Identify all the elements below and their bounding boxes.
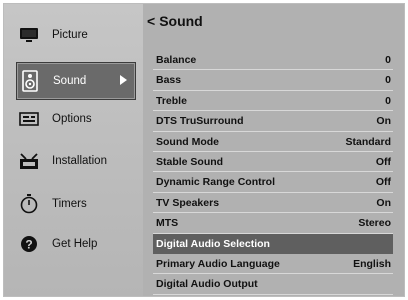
page-title: < Sound: [147, 13, 203, 29]
setting-row-mts[interactable]: MTS Stereo: [153, 213, 393, 234]
setting-value: Standard: [345, 135, 391, 148]
setting-row-primary-audio-language[interactable]: Primary Audio Language English: [153, 254, 393, 275]
stopwatch-icon: [16, 194, 42, 214]
setting-label: Bass: [156, 74, 182, 87]
setting-label: DTS TruSurround: [156, 115, 244, 128]
setting-label: TV Speakers: [156, 196, 220, 209]
setting-value: 0: [385, 94, 391, 107]
setting-value: On: [376, 115, 391, 128]
back-icon[interactable]: <: [147, 13, 155, 29]
settings-list: Balance 0 Bass 0 Treble 0 DTS TruSurroun…: [153, 50, 393, 295]
setting-row-digital-audio-output[interactable]: Digital Audio Output: [153, 274, 393, 295]
setting-value: 0: [385, 54, 391, 66]
setting-label: Treble: [156, 94, 187, 107]
setting-value: Off: [375, 176, 391, 189]
sidebar-item-label: Options: [52, 113, 92, 125]
sidebar-item-label: Sound: [53, 75, 87, 87]
setting-label: Primary Audio Language: [156, 257, 280, 270]
main-panel: < Sound Balance 0 Bass 0 Treble 0 DTS Tr…: [143, 4, 404, 296]
sidebar-item-label: Picture: [52, 29, 88, 41]
setting-row-treble[interactable]: Treble 0: [153, 91, 393, 112]
help-icon: ?: [16, 235, 42, 253]
setting-value: English: [353, 257, 391, 270]
setting-value: 0: [385, 74, 391, 87]
sidebar-item-picture[interactable]: Picture: [16, 18, 136, 52]
setting-row-dynamic-range-control[interactable]: Dynamic Range Control Off: [153, 172, 393, 193]
setting-label: Dynamic Range Control: [156, 176, 276, 189]
options-icon: [16, 112, 42, 126]
tv-menu: Picture Sound Options Installation Timer…: [3, 3, 405, 297]
setting-row-sound-mode[interactable]: Sound Mode Standard: [153, 132, 393, 152]
setting-value: Off: [375, 155, 391, 168]
sidebar-item-installation[interactable]: Installation: [16, 144, 136, 178]
page-title-text: Sound: [159, 13, 203, 29]
sidebar-item-options[interactable]: Options: [16, 102, 136, 136]
speaker-icon: [17, 70, 43, 92]
setting-row-dts-trusurround[interactable]: DTS TruSurround On: [153, 111, 393, 132]
setting-label: Sound Mode: [156, 135, 219, 148]
sidebar-item-label: Get Help: [52, 238, 98, 250]
chevron-right-icon: [120, 75, 127, 85]
setting-row-stable-sound[interactable]: Stable Sound Off: [153, 152, 393, 173]
setting-value: On: [376, 196, 391, 209]
sidebar-item-get-help[interactable]: ? Get Help: [16, 227, 136, 261]
setting-row-bass[interactable]: Bass 0: [153, 70, 393, 91]
antenna-icon: [16, 152, 42, 170]
setting-row-digital-audio-selection[interactable]: Digital Audio Selection: [153, 233, 393, 254]
setting-row-balance[interactable]: Balance 0: [153, 50, 393, 71]
sidebar-item-label: Timers: [52, 198, 87, 210]
svg-text:?: ?: [25, 238, 32, 252]
setting-label: Digital Audio Output: [156, 278, 258, 291]
sidebar-item-label: Installation: [52, 155, 107, 167]
setting-label: Stable Sound: [156, 155, 224, 168]
setting-label: Digital Audio Selection: [156, 237, 270, 250]
setting-label: Balance: [156, 54, 197, 66]
sidebar-item-timers[interactable]: Timers: [16, 187, 136, 221]
sidebar-item-sound[interactable]: Sound: [16, 62, 136, 100]
sidebar: Picture Sound Options Installation Timer…: [4, 4, 143, 296]
setting-label: MTS: [156, 217, 179, 230]
setting-value: Stereo: [358, 217, 391, 230]
setting-row-tv-speakers[interactable]: TV Speakers On: [153, 193, 393, 214]
tv-icon: [16, 27, 42, 43]
